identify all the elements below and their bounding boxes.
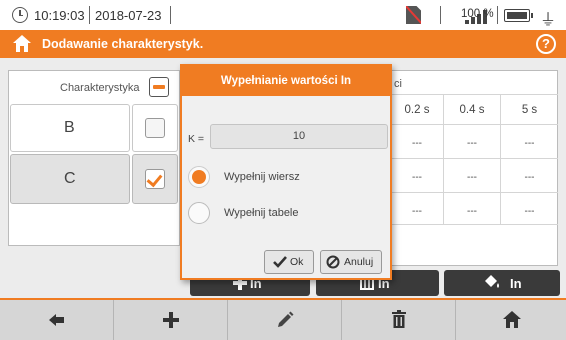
fill-in-button[interactable]: In xyxy=(444,270,560,296)
edit-button[interactable] xyxy=(228,300,342,340)
status-divider xyxy=(440,6,441,24)
table-cell[interactable]: --- xyxy=(444,138,500,149)
status-divider xyxy=(89,6,90,24)
row-checkbox-cell[interactable] xyxy=(132,104,178,152)
characteristic-header-label: Charakterystyka xyxy=(60,82,140,94)
ok-label: Ok xyxy=(290,256,304,268)
table-cell[interactable]: --- xyxy=(501,172,558,183)
clock-icon xyxy=(12,7,28,23)
table-cell[interactable]: --- xyxy=(501,206,558,217)
values-header-fragment: ci xyxy=(394,78,402,90)
bottom-toolbar xyxy=(0,298,566,340)
status-date: 2018-07-23 xyxy=(95,8,162,23)
row-checkbox[interactable] xyxy=(145,118,165,138)
plug-icon: ⏚ xyxy=(540,12,557,29)
table-cell[interactable]: --- xyxy=(392,138,442,149)
row-checkbox[interactable] xyxy=(145,169,165,189)
fill-in-label: In xyxy=(510,276,522,291)
table-divider xyxy=(390,124,558,125)
row-label-cell[interactable]: C xyxy=(10,154,130,204)
status-divider xyxy=(170,6,171,24)
help-icon[interactable]: ? xyxy=(536,34,556,54)
status-time: 10:19:03 xyxy=(34,8,85,23)
checkmark-icon xyxy=(273,256,287,268)
fill-table-radio[interactable] xyxy=(188,202,210,224)
fill-table-label[interactable]: Wypełnij tabele xyxy=(224,207,299,219)
delete-button[interactable] xyxy=(342,300,456,340)
edit-pencil-icon xyxy=(278,311,294,327)
table-cell[interactable]: --- xyxy=(501,138,558,149)
cancel-label: Anuluj xyxy=(344,256,374,268)
ok-button[interactable]: Ok xyxy=(264,250,314,274)
title-bar: Dodawanie charakterystyk. ? xyxy=(0,30,566,58)
home-button[interactable] xyxy=(456,300,566,340)
cancel-button[interactable]: Anuluj xyxy=(320,250,382,274)
column-header: 0.2 s xyxy=(404,104,430,116)
table-divider xyxy=(390,224,558,225)
k-value-input[interactable]: 10 xyxy=(210,124,388,149)
select-all-checkbox[interactable] xyxy=(149,77,169,97)
home-icon xyxy=(503,311,521,328)
table-divider xyxy=(390,158,558,159)
table-divider xyxy=(390,192,558,193)
sim-missing-icon xyxy=(406,6,421,24)
add-plus-icon xyxy=(163,312,179,328)
table-cell[interactable]: --- xyxy=(392,172,442,183)
fill-row-label[interactable]: Wypełnij wiersz xyxy=(224,171,300,183)
status-divider xyxy=(497,6,498,24)
back-button[interactable] xyxy=(0,300,114,340)
battery-icon xyxy=(504,9,533,22)
table-cell[interactable]: --- xyxy=(392,206,442,217)
row-label: C xyxy=(64,170,76,187)
paint-bucket-icon xyxy=(485,275,499,288)
fill-values-dialog: Wypełnianie wartości In K = 10 Wypełnij … xyxy=(180,64,392,280)
back-arrow-icon xyxy=(49,314,64,326)
table-cell[interactable]: --- xyxy=(444,206,500,217)
delete-trash-icon xyxy=(392,310,406,328)
battery-percent: 100 % xyxy=(461,8,494,20)
page-title: Dodawanie charakterystyk. xyxy=(42,37,204,51)
dialog-title: Wypełnianie wartości In xyxy=(182,66,390,96)
home-icon[interactable] xyxy=(12,34,32,53)
cancel-icon xyxy=(326,255,340,269)
table-cell[interactable]: --- xyxy=(444,172,500,183)
k-label: K = xyxy=(188,133,205,145)
column-header: 0.4 s xyxy=(459,104,485,116)
add-button[interactable] xyxy=(114,300,228,340)
row-label-cell[interactable]: B xyxy=(10,104,130,152)
fill-row-radio[interactable] xyxy=(188,166,210,188)
column-header: 5 s xyxy=(521,104,538,116)
row-checkbox-cell[interactable] xyxy=(132,154,178,204)
row-label: B xyxy=(64,119,75,136)
